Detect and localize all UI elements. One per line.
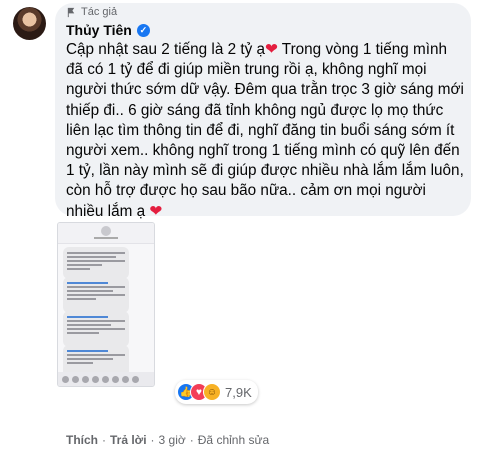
comment-text-part-2: Trong vòng 1 tiếng mình đã có 1 tỷ để đi…	[66, 41, 464, 220]
screenshot-keyboard-bar	[58, 372, 154, 386]
comment-text: Cập nhật sau 2 tiếng là 2 tỷ ạ❤ Trong vò…	[66, 40, 464, 222]
heart-emoji-icon-end: ❤	[149, 202, 163, 220]
reply-button[interactable]: Trả lời	[110, 433, 147, 447]
author-name-text[interactable]: Thủy Tiên	[66, 22, 132, 38]
author-tag-label: Tác giả	[81, 6, 118, 18]
reaction-count[interactable]: 7,9K	[225, 385, 252, 400]
attached-screenshot-image[interactable]	[57, 222, 155, 387]
reaction-summary[interactable]: 👍 ♥ ☺ 7,9K	[175, 380, 258, 404]
comment-actions: Thích · Trả lời · 3 giờ · Đã chỉnh sửa	[66, 433, 270, 447]
comment-text-part-1: Cập nhật sau 2 tiếng là 2 tỷ ạ	[66, 41, 265, 58]
like-button[interactable]: Thích	[66, 433, 98, 447]
edited-label[interactable]: Đã chỉnh sửa	[198, 433, 269, 447]
author-name[interactable]: Thủy Tiên ✓	[66, 22, 150, 38]
care-icon: ☺	[203, 383, 221, 401]
screenshot-header	[58, 223, 154, 244]
author-badge-icon	[66, 7, 77, 18]
author-avatar[interactable]	[13, 7, 46, 40]
author-tag: Tác giả	[66, 6, 117, 18]
heart-emoji-icon: ❤	[265, 41, 278, 58]
comment-timestamp[interactable]: 3 giờ	[159, 433, 186, 447]
verified-badge-icon: ✓	[136, 23, 150, 37]
